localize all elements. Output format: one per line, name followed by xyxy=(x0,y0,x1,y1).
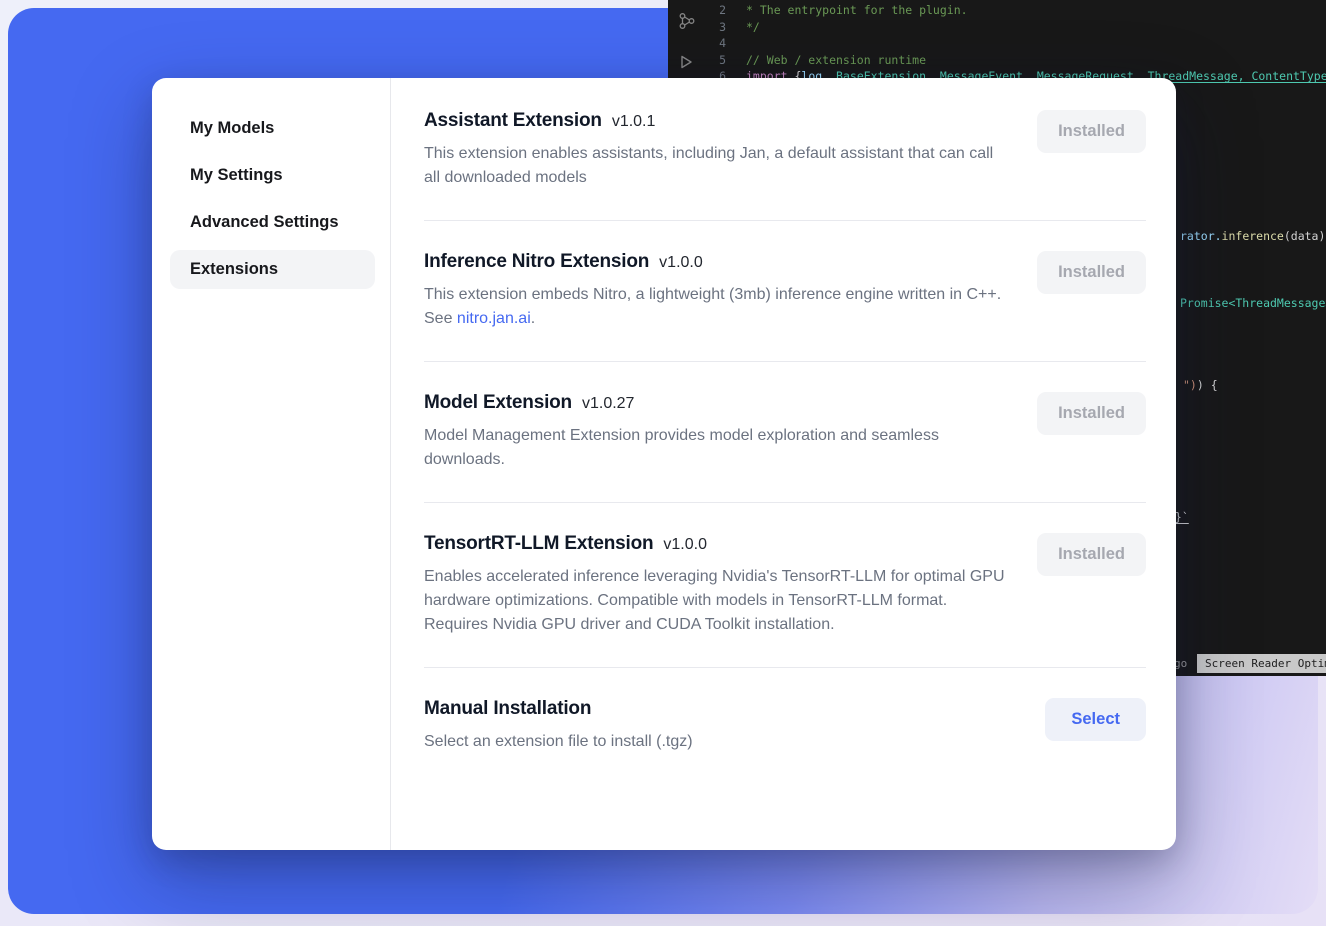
extension-description: Enables accelerated inference leveraging… xyxy=(424,565,1009,637)
code-line-2: 2 * The entrypoint for the plugin. xyxy=(668,2,968,18)
line-number: 5 xyxy=(668,52,740,68)
extension-description: This extension embeds Nitro, a lightweig… xyxy=(424,283,1009,331)
code-comment: * The entrypoint for the plugin. xyxy=(746,2,968,18)
extension-description: This extension enables assistants, inclu… xyxy=(424,142,1009,190)
nitro-jan-ai-link[interactable]: nitro.jan.ai xyxy=(457,310,531,327)
description-text: . xyxy=(531,310,535,327)
line-number: 3 xyxy=(668,19,740,35)
extension-title: Inference Nitro Extension v1.0.0 xyxy=(424,251,1009,273)
code-token: inference xyxy=(1222,229,1284,243)
extension-name: TensortRT-LLM Extension xyxy=(424,533,653,555)
extension-version: v1.0.0 xyxy=(659,254,703,272)
extension-title: TensortRT-LLM Extension v1.0.0 xyxy=(424,533,1009,555)
extension-name: Inference Nitro Extension xyxy=(424,251,649,273)
extension-name: Assistant Extension xyxy=(424,110,602,132)
settings-sidebar: My Models My Settings Advanced Settings … xyxy=(152,78,391,850)
code-line-3: 3 */ xyxy=(668,19,760,35)
sidebar-item-my-models[interactable]: My Models xyxy=(170,109,375,148)
extension-title: Model Extension v1.0.27 xyxy=(424,392,1009,414)
extension-info: Assistant Extension v1.0.1 This extensio… xyxy=(424,110,1009,190)
extension-version: v1.0.27 xyxy=(582,395,634,413)
line-number: 2 xyxy=(668,2,740,18)
code-token: rator. xyxy=(1180,229,1222,243)
screen-reader-badge: Screen Reader Optimized xyxy=(1197,654,1326,673)
sidebar-item-my-settings[interactable]: My Settings xyxy=(170,156,375,195)
manual-installation-title: Manual Installation xyxy=(424,698,591,720)
code-comment: */ xyxy=(746,19,760,35)
extension-version: v1.0.1 xyxy=(612,113,656,131)
extension-description: Model Management Extension provides mode… xyxy=(424,424,1009,472)
code-fragment-brace: ")) { xyxy=(1183,378,1218,392)
code-fragment-promise: Promise<ThreadMessage> xyxy=(1180,296,1326,310)
extension-info: Manual Installation Select an extension … xyxy=(424,698,693,754)
code-line-4: 4 xyxy=(668,35,746,51)
code-line-5: 5 // Web / extension runtime xyxy=(668,52,926,68)
extension-row-assistant: Assistant Extension v1.0.1 This extensio… xyxy=(424,110,1146,221)
code-fragment-inference: rator.inference(data)); xyxy=(1180,229,1326,243)
extension-row-nitro: Inference Nitro Extension v1.0.0 This ex… xyxy=(424,221,1146,362)
extension-name: Model Extension xyxy=(424,392,572,414)
extension-info: Model Extension v1.0.27 Model Management… xyxy=(424,392,1009,472)
code-token: ") xyxy=(1183,378,1197,392)
code-token: (data)); xyxy=(1284,229,1326,243)
settings-modal: My Models My Settings Advanced Settings … xyxy=(152,78,1176,850)
extension-row-tensorrt: TensortRT-LLM Extension v1.0.0 Enables a… xyxy=(424,503,1146,668)
installed-button[interactable]: Installed xyxy=(1037,392,1146,435)
installed-button[interactable]: Installed xyxy=(1037,533,1146,576)
select-button[interactable]: Select xyxy=(1045,698,1146,741)
sidebar-item-advanced-settings[interactable]: Advanced Settings xyxy=(170,203,375,242)
extension-title: Manual Installation xyxy=(424,698,693,720)
extension-version: v1.0.0 xyxy=(663,536,707,554)
manual-installation-description: Select an extension file to install (.tg… xyxy=(424,730,693,754)
manual-installation-row: Manual Installation Select an extension … xyxy=(424,668,1146,784)
extensions-panel: Assistant Extension v1.0.1 This extensio… xyxy=(391,78,1176,850)
installed-button[interactable]: Installed xyxy=(1037,251,1146,294)
extension-info: Inference Nitro Extension v1.0.0 This ex… xyxy=(424,251,1009,331)
line-number: 4 xyxy=(668,35,740,51)
extension-title: Assistant Extension v1.0.1 xyxy=(424,110,1009,132)
code-comment: // Web / extension runtime xyxy=(746,52,926,68)
extension-info: TensortRT-LLM Extension v1.0.0 Enables a… xyxy=(424,533,1009,637)
code-token: ) { xyxy=(1197,378,1218,392)
installed-button[interactable]: Installed xyxy=(1037,110,1146,153)
extension-row-model: Model Extension v1.0.27 Model Management… xyxy=(424,362,1146,503)
sidebar-item-extensions[interactable]: Extensions xyxy=(170,250,375,289)
